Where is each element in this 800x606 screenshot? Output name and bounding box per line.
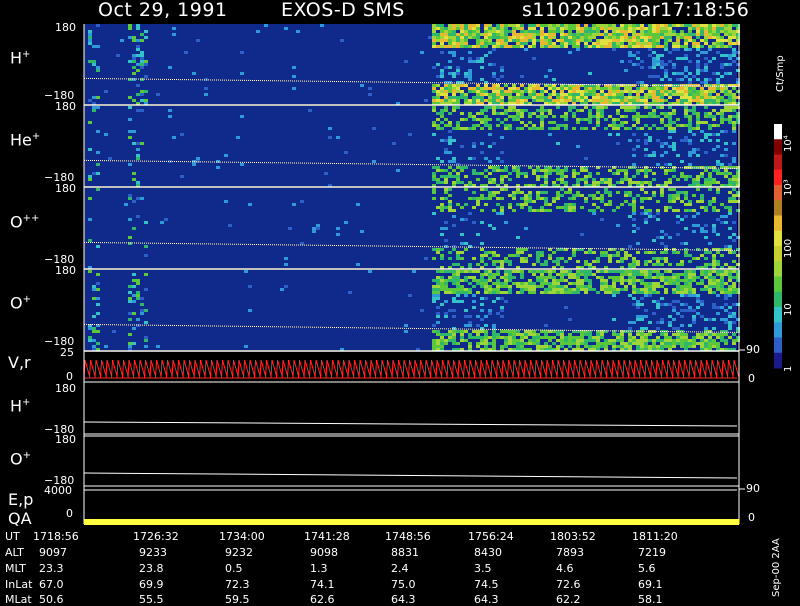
rtick-v-bottom: 0 — [748, 372, 755, 385]
tick-e-bottom: 0 — [66, 507, 73, 520]
ephem-label-alt: ALT — [5, 546, 24, 559]
colorbar-swatch-1 — [774, 139, 782, 155]
colorbar-swatch-3 — [774, 169, 782, 186]
colorbar-label-4: 10⁴ — [783, 135, 794, 152]
hplus-pitch-trace — [83, 421, 738, 427]
colorbar-swatch-8 — [774, 246, 782, 262]
colorbar-swatch-14 — [774, 337, 782, 354]
tick-v-top: 25 — [60, 346, 74, 359]
tick-opp-top: 180 — [55, 182, 76, 195]
ephem-cell: 1.3 — [310, 562, 328, 575]
colorbar-label-2: 100 — [783, 238, 794, 258]
ephem-cell: 2.4 — [391, 562, 409, 575]
ephem-label-mlt: MLT — [5, 562, 26, 575]
ephem-cell: 7893 — [556, 546, 584, 559]
colorbar-swatch-12 — [774, 307, 782, 323]
ephem-cell: 1741:28 — [304, 530, 350, 543]
o-plusplus-label: O++ — [10, 212, 40, 232]
ephem-cell: 3.5 — [474, 562, 492, 575]
tick-v-bottom: 0 — [66, 370, 73, 383]
qa-bar — [84, 519, 739, 525]
ephem-cell: 23.8 — [139, 562, 164, 575]
tick-h-top: 180 — [55, 21, 76, 34]
ephem-cell: 4.6 — [556, 562, 574, 575]
o-plus-label: O+ — [10, 293, 31, 313]
rtick-v-top: 90 — [746, 343, 760, 356]
colorbar-label-3: 10³ — [783, 179, 794, 196]
tick-op-top: 180 — [55, 264, 76, 277]
colorbar-swatch-0 — [774, 124, 782, 140]
ephem-cell: 9233 — [139, 546, 167, 559]
ephem-cell: 69.1 — [638, 578, 663, 591]
ephem-cell: 1756:24 — [468, 530, 514, 543]
ephem-cell: 72.3 — [225, 578, 250, 591]
ephem-label-ut: UT — [5, 530, 20, 543]
colorbar-swatch-13 — [774, 322, 782, 338]
colorbar-swatch-7 — [774, 230, 782, 247]
colorbar-swatch-10 — [774, 276, 782, 293]
colorbar-swatch-15 — [774, 352, 782, 369]
ephem-cell: 1748:56 — [385, 530, 431, 543]
ephem-cell: 1718:56 — [33, 530, 79, 543]
ephem-label-inlat: InLat — [5, 578, 33, 591]
ephem-cell: 9098 — [310, 546, 338, 559]
ep-label: E,p — [8, 490, 34, 509]
colorbar-label-0: 1 — [783, 365, 794, 372]
ephem-cell: 7219 — [638, 546, 666, 559]
ephem-cell: 9232 — [225, 546, 253, 559]
tick-hp-top: 180 — [55, 382, 76, 395]
ephem-cell: 1726:32 — [133, 530, 179, 543]
colorbar-swatch-5 — [774, 200, 782, 216]
h-plus-label: H+ — [10, 48, 31, 68]
qa-label: QA — [8, 509, 32, 528]
colorbar-swatch-6 — [774, 215, 782, 232]
tick-e-top: 4000 — [44, 484, 72, 497]
colorbar-swatch-4 — [774, 185, 782, 201]
rtick-e-bottom: 0 — [748, 511, 755, 524]
ephem-cell: 1734:00 — [219, 530, 265, 543]
ephem-cell: 75.0 — [391, 578, 416, 591]
ephem-cell: 72.6 — [556, 578, 581, 591]
colorbar-swatch-9 — [774, 261, 782, 277]
ephem-cell: 8831 — [391, 546, 419, 559]
ephem-cell: 67.0 — [39, 578, 64, 591]
colorbar-label-1: 10 — [783, 303, 794, 316]
ephem-cell: 8430 — [474, 546, 502, 559]
h-plus-pitch-label: H+ — [10, 396, 31, 416]
colorbar-swatch-2 — [774, 154, 782, 171]
tick-opp2-top: 180 — [55, 433, 76, 446]
oplus-pitch-trace — [83, 472, 738, 479]
footer-stamp: Sep-00 2AA — [771, 538, 782, 597]
rtick-e-top: 90 — [746, 482, 760, 495]
ephem-cell: 23.3 — [39, 562, 64, 575]
tick-he-top: 180 — [55, 100, 76, 113]
o-plus-pitch-label: O+ — [10, 449, 31, 469]
ephem-cell: 74.1 — [310, 578, 335, 591]
ephem-cell: 1803:52 — [550, 530, 596, 543]
ephem-cell: 5.6 — [638, 562, 656, 575]
ephem-cell: 69.9 — [139, 578, 164, 591]
ephem-cell: 1811:20 — [632, 530, 678, 543]
ephem-cell: 74.5 — [474, 578, 499, 591]
colorbar-unit: Ct/Smp — [775, 55, 786, 92]
vr-label: V,r — [8, 353, 31, 372]
ephem-cell: 0.5 — [225, 562, 243, 575]
colorbar-swatch-11 — [774, 291, 782, 308]
ephem-cell: 9097 — [39, 546, 67, 559]
he-plus-label: He+ — [10, 130, 41, 150]
spectrogram-plot — [83, 24, 782, 525]
